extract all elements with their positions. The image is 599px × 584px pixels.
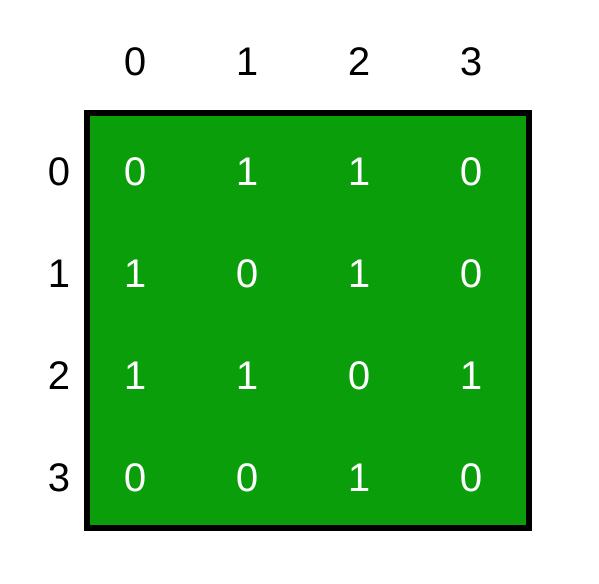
cell-2-2: 0 bbox=[304, 354, 414, 399]
cell-0-1: 1 bbox=[192, 150, 302, 195]
row-header-2: 2 bbox=[30, 354, 70, 399]
cell-3-2: 1 bbox=[304, 456, 414, 501]
matrix-diagram: 0 1 2 3 0 1 2 3 0 1 1 0 1 0 1 0 1 1 0 1 … bbox=[0, 0, 599, 584]
cell-1-2: 1 bbox=[304, 252, 414, 297]
col-header-3: 3 bbox=[416, 40, 526, 85]
cell-1-0: 1 bbox=[80, 252, 190, 297]
cell-3-0: 0 bbox=[80, 456, 190, 501]
row-header-1: 1 bbox=[30, 252, 70, 297]
cell-3-3: 0 bbox=[416, 456, 526, 501]
cell-0-3: 0 bbox=[416, 150, 526, 195]
cell-2-1: 1 bbox=[192, 354, 302, 399]
col-header-1: 1 bbox=[192, 40, 302, 85]
cell-2-0: 1 bbox=[80, 354, 190, 399]
col-header-0: 0 bbox=[80, 40, 190, 85]
cell-3-1: 0 bbox=[192, 456, 302, 501]
cell-0-0: 0 bbox=[80, 150, 190, 195]
cell-2-3: 1 bbox=[416, 354, 526, 399]
cell-0-2: 1 bbox=[304, 150, 414, 195]
row-header-3: 3 bbox=[30, 456, 70, 501]
row-header-0: 0 bbox=[30, 150, 70, 195]
col-header-2: 2 bbox=[304, 40, 414, 85]
cell-1-1: 0 bbox=[192, 252, 302, 297]
cell-1-3: 0 bbox=[416, 252, 526, 297]
